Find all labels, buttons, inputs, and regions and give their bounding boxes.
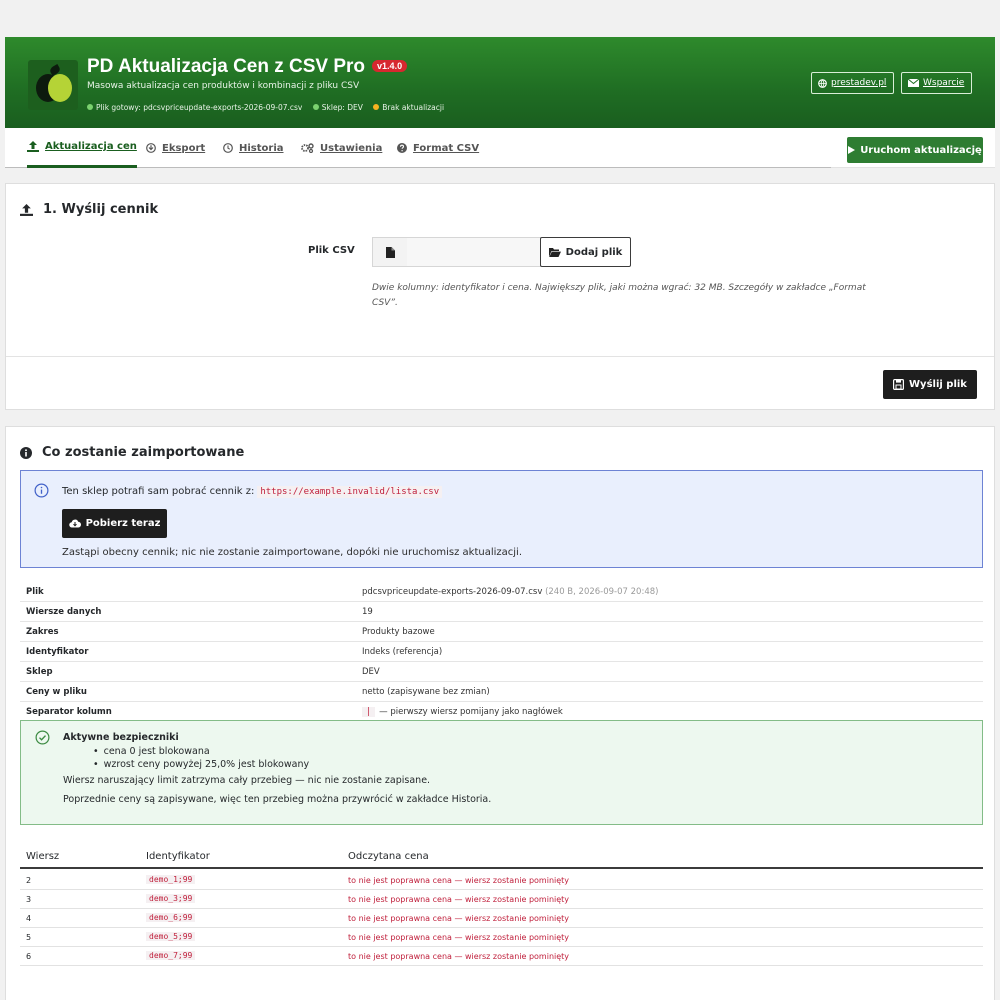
column-header-price: Odczytana cena: [348, 851, 429, 862]
separator-char: |: [362, 707, 376, 717]
table-row: 5 demo_5;99 to nie jest poprawna cena — wi…: [20, 928, 983, 947]
detail-row-separator: Separator kolumn | — pierwszy wiersz pomij…: [26, 707, 563, 717]
app-root: PD Aktualizacja Cen z CSV Pro v1.4.0 Maso…: [0, 0, 1000, 1000]
remote-source-text: Ten sklep potrafi sam pobrać cennik z: ht…: [62, 486, 443, 498]
module-logo: [28, 60, 78, 110]
tab-csv-format[interactable]: Format CSV: [397, 128, 479, 168]
add-file-button[interactable]: Dodaj plik: [540, 237, 631, 267]
detail-row-shop: Sklep DEV: [20, 662, 983, 682]
info-circle-icon: [20, 446, 32, 459]
remote-source-note: Zastąpi obecny cennik; nic nie zostanie …: [62, 547, 523, 558]
cloud-download-icon: [68, 519, 81, 528]
module-subtitle: Masowa aktualizacja cen produktów i komb…: [87, 81, 360, 91]
upload-panel: 1. Wyślij cennik Plik CSV Dodaj plik Dwi…: [5, 183, 995, 410]
question-circle-icon: [397, 143, 407, 153]
file-icon: [372, 237, 408, 267]
play-icon: [848, 146, 856, 154]
file-name-input[interactable]: [407, 237, 541, 267]
module-header: PD Aktualizacja Cen z CSV Pro v1.4.0 Maso…: [5, 37, 995, 128]
safeguards-history-note: Poprzednie ceny są zapisywane, więc ten …: [63, 794, 492, 805]
safeguards-title: Aktywne bezpieczniki: [63, 732, 179, 743]
status-warning-dot-icon: [373, 104, 380, 110]
version-badge: v1.4.0: [372, 60, 408, 72]
info-outline-icon: [34, 483, 49, 498]
status-no-update: Brak aktualizacji: [382, 103, 445, 112]
detail-row-file: Plik pdcsvpriceupdate-exports-2026-09-07.…: [20, 582, 983, 602]
status-file-ready: Plik gotowy: pdcsvpriceupdate-exports-20…: [96, 103, 303, 112]
safeguard-item: wzrost ceny powyżej 25,0% jest blokowany: [93, 758, 309, 771]
column-header-row: Wiersz: [26, 851, 60, 862]
upload-icon: [20, 203, 33, 216]
safeguards-list: cena 0 jest blokowana wzrost ceny powyże…: [93, 745, 309, 771]
status-line: Plik gotowy: pdcsvpriceupdate-exports-20…: [87, 103, 444, 112]
envelope-icon: [908, 79, 919, 87]
safeguards-stop-note: Wiersz naruszający limit zatrzyma cały p…: [63, 775, 431, 786]
check-circle-icon: [35, 730, 50, 745]
module-title: PD Aktualizacja Cen z CSV Pro v1.4.0: [87, 56, 408, 78]
prestadev-link-button[interactable]: prestadev.pl: [811, 72, 894, 94]
tab-price-update[interactable]: Aktualizacja cen: [27, 128, 137, 168]
table-row: 6 demo_7;99 to nie jest poprawna cena — wi…: [20, 947, 983, 966]
status-dot-icon: [87, 104, 93, 110]
table-row: 4 demo_6;99 to nie jest poprawna cena — wi…: [20, 909, 983, 928]
status-dot-icon: [312, 104, 319, 110]
safeguards-alert: Aktywne bezpieczniki cena 0 jest blokowa…: [20, 720, 983, 825]
save-icon: [893, 379, 905, 390]
upload-icon: [27, 141, 39, 152]
globe-icon: [818, 78, 827, 88]
folder-open-icon: [548, 247, 561, 257]
preview-table-header: Wiersz Identyfikator Odczytana cena: [20, 845, 983, 869]
remote-source-url: https://example.invalid/lista.csv: [257, 486, 443, 498]
detail-row-scope: Zakres Produkty bazowe: [20, 622, 983, 642]
csv-file-label: Plik CSV: [308, 245, 355, 256]
panel-divider: [6, 356, 994, 357]
tab-export[interactable]: Eksport: [146, 128, 205, 168]
tab-history[interactable]: Historia: [223, 128, 284, 168]
detail-row-data-rows: Wiersze danych 19: [20, 602, 983, 622]
tab-bar: Aktualizacja cen Eksport Historia Ustawi…: [5, 128, 995, 168]
gears-icon: [301, 143, 314, 153]
import-panel-title: Co zostanie zaimportowane: [20, 445, 244, 460]
column-header-identifier: Identyfikator: [146, 851, 210, 862]
upload-panel-title: 1. Wyślij cennik: [20, 202, 158, 217]
run-update-button[interactable]: Uruchom aktualizację: [847, 137, 983, 163]
upload-hint: Dwie kolumny: identyfikator i cena. Najw…: [372, 283, 866, 308]
table-row: 2 demo_1;99 to nie jest poprawna cena — wi…: [20, 871, 983, 890]
table-row: 3 demo_3;99 to nie jest poprawna cena — wi…: [20, 890, 983, 909]
status-shop: Sklep: DEV: [321, 103, 363, 112]
support-link-button[interactable]: Wsparcie: [901, 72, 972, 94]
fetch-now-button[interactable]: Pobierz teraz: [62, 509, 167, 538]
import-preview-panel: Co zostanie zaimportowane Ten sklep potr…: [5, 426, 995, 1000]
safeguard-item: cena 0 jest blokowana: [93, 745, 309, 758]
send-file-button[interactable]: Wyślij plik: [883, 370, 977, 399]
tab-settings[interactable]: Ustawienia: [301, 128, 382, 168]
remote-source-alert: Ten sklep potrafi sam pobrać cennik z: ht…: [20, 470, 983, 568]
download-circle-icon: [146, 143, 156, 153]
detail-row-prices: Ceny w pliku netto (zapisywane bez zmian): [20, 682, 983, 702]
clock-icon: [223, 143, 233, 153]
detail-row-identifier: Identyfikator Indeks (referencja): [20, 642, 983, 662]
